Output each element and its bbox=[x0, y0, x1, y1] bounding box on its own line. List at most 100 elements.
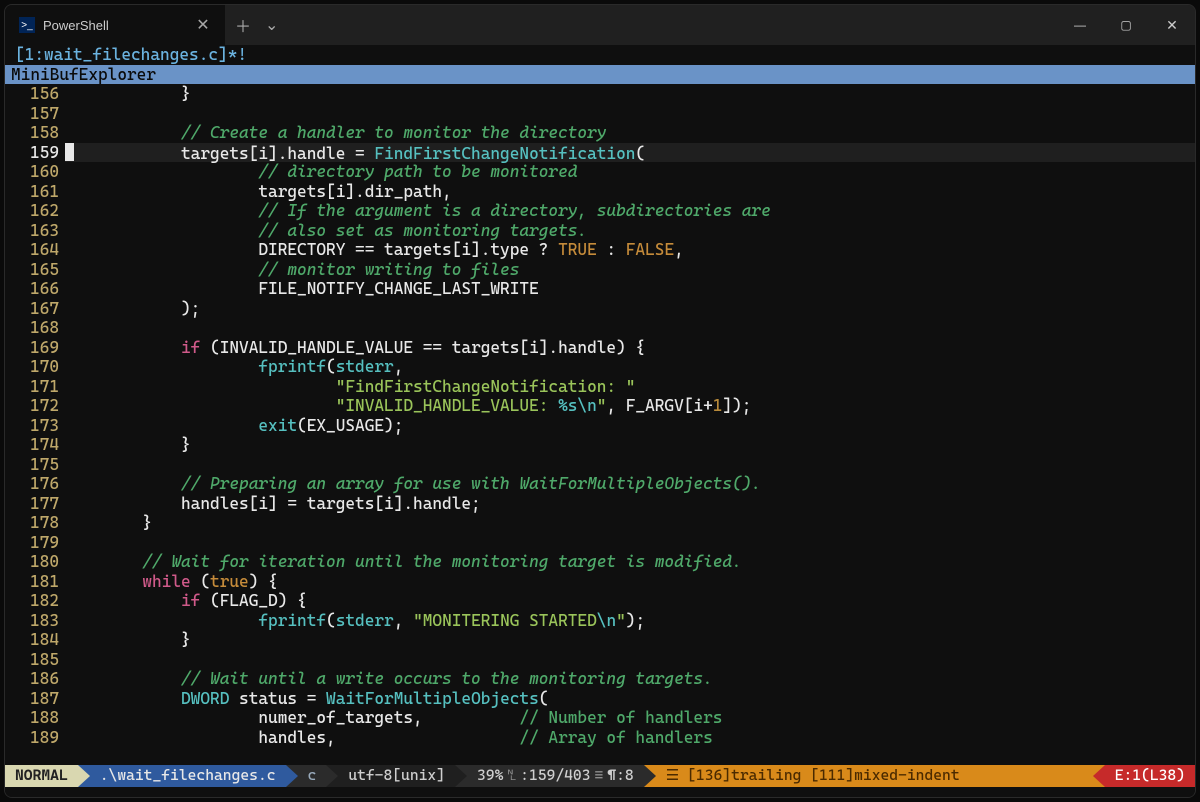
code-line: handles[i] = targets[i].handle; bbox=[65, 494, 1195, 514]
line-number: 186 bbox=[5, 669, 59, 689]
code-line: targets[i].dir_path, bbox=[65, 182, 1195, 202]
line-number: 175 bbox=[5, 455, 59, 475]
statusline-whitespace-warnings: ☰ [136]trailing [111]mixed-indent bbox=[656, 765, 1093, 787]
terminal-tab[interactable]: >_ PowerShell ✕ bbox=[5, 5, 225, 45]
line-number: 161 bbox=[5, 182, 59, 202]
statusline-row-icon: : bbox=[520, 766, 529, 786]
window-titlebar: >_ PowerShell ✕ ＋ ⌄ — ▢ ✕ bbox=[5, 5, 1195, 45]
line-number: 160 bbox=[5, 162, 59, 182]
buffer-list: [1:wait_filechanges.c]*! bbox=[5, 45, 1195, 65]
new-tab-icon[interactable]: ＋ bbox=[235, 13, 251, 37]
minimize-button[interactable]: — bbox=[1057, 5, 1103, 45]
statusline-position: 39% ␤ :159/403 ≡ ¶:8 bbox=[467, 765, 644, 787]
code-line: } bbox=[65, 435, 1195, 455]
code-line: } bbox=[65, 513, 1195, 533]
line-number: 167 bbox=[5, 299, 59, 319]
line-number: 172 bbox=[5, 396, 59, 416]
line-icon: ␤ bbox=[507, 766, 516, 786]
command-line-area[interactable] bbox=[5, 787, 1195, 797]
close-window-button[interactable]: ✕ bbox=[1149, 5, 1195, 45]
code-line bbox=[65, 104, 1195, 124]
line-number: 174 bbox=[5, 435, 59, 455]
code-line: // directory path to be monitored bbox=[65, 162, 1195, 182]
separator-icon bbox=[644, 765, 656, 787]
code-line: // If the argument is a directory, subdi… bbox=[65, 201, 1195, 221]
code-line: } bbox=[65, 84, 1195, 104]
code-line: // monitor writing to files bbox=[65, 260, 1195, 280]
line-number: 176 bbox=[5, 474, 59, 494]
window-controls: — ▢ ✕ bbox=[1057, 5, 1195, 45]
code-line: // also set as monitoring targets. bbox=[65, 221, 1195, 241]
code-line: ); bbox=[65, 299, 1195, 319]
source-view[interactable]: } // Create a handler to monitor the dir… bbox=[65, 84, 1195, 765]
code-line: exit(EX_USAGE); bbox=[65, 416, 1195, 436]
line-number: 171 bbox=[5, 377, 59, 397]
maximize-button[interactable]: ▢ bbox=[1103, 5, 1149, 45]
code-line: handles, // Array of handlers bbox=[65, 728, 1195, 748]
line-number: 173 bbox=[5, 416, 59, 436]
warn-icon: ☰ bbox=[666, 766, 679, 786]
code-line bbox=[65, 455, 1195, 475]
close-tab-icon[interactable]: ✕ bbox=[195, 15, 211, 35]
line-number: 169 bbox=[5, 338, 59, 358]
statusline-filetype: c bbox=[298, 765, 327, 787]
code-line: fprintf(stderr, "MONITERING STARTED\n"); bbox=[65, 611, 1195, 631]
tab-actions: ＋ ⌄ bbox=[225, 5, 288, 45]
powershell-icon: >_ bbox=[19, 17, 35, 33]
minibuf-explorer-bar[interactable]: MiniBufExplorer bbox=[5, 65, 1195, 85]
code-line: while (true) { bbox=[65, 572, 1195, 592]
code-line: fprintf(stderr, bbox=[65, 357, 1195, 377]
line-number: 164 bbox=[5, 240, 59, 260]
statusline-mode: NORMAL bbox=[5, 765, 78, 787]
code-line bbox=[65, 318, 1195, 338]
code-line: } bbox=[65, 630, 1195, 650]
code-line: // Wait until a write occurs to the moni… bbox=[65, 669, 1195, 689]
terminal-window: >_ PowerShell ✕ ＋ ⌄ — ▢ ✕ [1:wait_filech… bbox=[4, 4, 1196, 798]
line-number: 185 bbox=[5, 650, 59, 670]
tab-dropdown-icon[interactable]: ⌄ bbox=[265, 15, 278, 35]
code-line bbox=[65, 650, 1195, 670]
code-editor[interactable]: 1561571581591601611621631641651661671681… bbox=[5, 84, 1195, 765]
code-line: // Create a handler to monitor the direc… bbox=[65, 123, 1195, 143]
code-line: numer_of_targets, // Number of handlers bbox=[65, 708, 1195, 728]
line-number: 156 bbox=[5, 84, 59, 104]
buffer-tag[interactable]: [1:wait_filechanges.c]*! bbox=[15, 45, 247, 64]
line-number-gutter: 1561571581591601611621631641651661671681… bbox=[5, 84, 65, 765]
code-line: "FindFirstChangeNotification: " bbox=[65, 377, 1195, 397]
line-number: 180 bbox=[5, 552, 59, 572]
line-number: 184 bbox=[5, 630, 59, 650]
line-number: 187 bbox=[5, 689, 59, 709]
separator-icon bbox=[286, 765, 298, 787]
line-number: 158 bbox=[5, 123, 59, 143]
code-line: if (INVALID_HANDLE_VALUE == targets[i].h… bbox=[65, 338, 1195, 358]
line-number: 163 bbox=[5, 221, 59, 241]
code-line: "INVALID_HANDLE_VALUE: %s\n", F_ARGV[i+1… bbox=[65, 396, 1195, 416]
line-number: 189 bbox=[5, 728, 59, 748]
terminal-client: [1:wait_filechanges.c]*! MiniBufExplorer… bbox=[5, 45, 1195, 797]
statusline-filename: .\wait_filechanges.c bbox=[90, 765, 286, 787]
line-number: 157 bbox=[5, 104, 59, 124]
statusline-errors: E:1(L38) bbox=[1105, 765, 1195, 787]
tab-title: PowerShell bbox=[43, 18, 187, 33]
line-number: 179 bbox=[5, 533, 59, 553]
separator-icon bbox=[455, 765, 467, 787]
separator-icon bbox=[326, 765, 338, 787]
line-number: 166 bbox=[5, 279, 59, 299]
line-number: 162 bbox=[5, 201, 59, 221]
line-number: 165 bbox=[5, 260, 59, 280]
code-line: DWORD status = WaitForMultipleObjects( bbox=[65, 689, 1195, 709]
line-number: 177 bbox=[5, 494, 59, 514]
code-line-current: targets[i].handle = FindFirstChangeNotif… bbox=[65, 143, 1195, 163]
line-number: 183 bbox=[5, 611, 59, 631]
code-line bbox=[65, 533, 1195, 553]
separator-icon bbox=[1093, 765, 1105, 787]
line-number: 188 bbox=[5, 708, 59, 728]
statusline-encoding: utf-8[unix] bbox=[338, 765, 455, 787]
line-number: 178 bbox=[5, 513, 59, 533]
code-line: // Preparing an array for use with WaitF… bbox=[65, 474, 1195, 494]
line-number: 182 bbox=[5, 591, 59, 611]
code-line: if (FLAG_D) { bbox=[65, 591, 1195, 611]
statusline: NORMAL .\wait_filechanges.c c utf-8[unix… bbox=[5, 765, 1195, 787]
line-number: 168 bbox=[5, 318, 59, 338]
line-number: 181 bbox=[5, 572, 59, 592]
